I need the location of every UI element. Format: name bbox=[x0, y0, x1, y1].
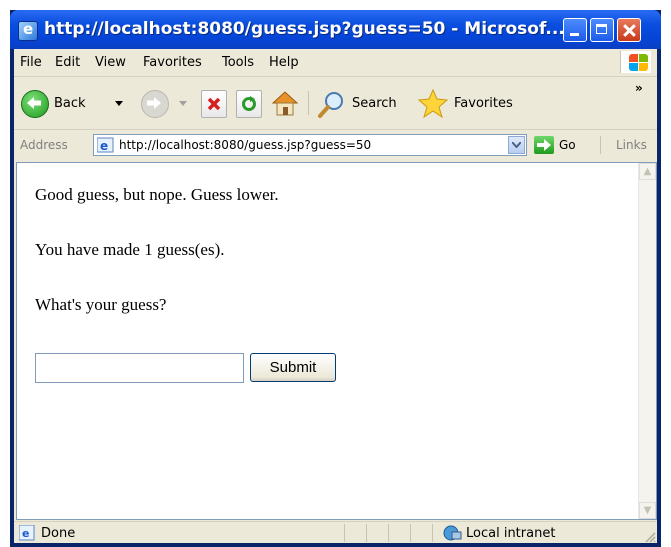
links-button[interactable]: Links bbox=[616, 138, 647, 152]
result-message: Good guess, but nope. Guess lower. bbox=[35, 185, 279, 204]
go-arrow-icon[interactable] bbox=[534, 136, 554, 154]
status-separator bbox=[366, 524, 367, 542]
status-bar: e Done Local intranet bbox=[14, 521, 657, 544]
menu-view[interactable]: View bbox=[95, 55, 126, 70]
toolbar-separator bbox=[308, 91, 309, 115]
zone-text: Local intranet bbox=[466, 526, 556, 541]
resize-grip-icon[interactable] bbox=[644, 531, 656, 543]
submit-button[interactable]: Submit bbox=[250, 353, 336, 382]
go-button[interactable]: Go bbox=[559, 138, 576, 152]
guess-count: You have made 1 guess(es). bbox=[35, 240, 225, 259]
page-ie-icon: e bbox=[97, 137, 114, 153]
window-title: http://localhost:8080/guess.jsp?guess=50… bbox=[44, 19, 565, 39]
maximize-button[interactable] bbox=[590, 18, 614, 42]
address-label: Address bbox=[20, 138, 68, 152]
address-url: http://localhost:8080/guess.jsp?guess=50 bbox=[119, 138, 372, 152]
favorites-star-icon[interactable] bbox=[417, 88, 449, 118]
ie-icon bbox=[18, 20, 38, 41]
refresh-icon[interactable] bbox=[236, 90, 262, 118]
close-button[interactable] bbox=[617, 18, 641, 42]
guess-prompt: What's your guess? bbox=[35, 295, 167, 314]
svg-text:e: e bbox=[22, 527, 29, 540]
menu-tools[interactable]: Tools bbox=[222, 55, 254, 70]
address-input[interactable]: e http://localhost:8080/guess.jsp?guess=… bbox=[93, 134, 527, 156]
status-separator bbox=[388, 524, 389, 542]
menu-favorites[interactable]: Favorites bbox=[143, 55, 202, 70]
back-dropdown-icon[interactable] bbox=[115, 101, 123, 106]
browser-chrome: File Edit View Favorites Tools Help Back bbox=[14, 49, 657, 543]
standard-toolbar: Back Search Favorites » bbox=[14, 77, 657, 130]
scroll-down-icon[interactable]: ▼ bbox=[639, 502, 656, 519]
address-bar: Address e http://localhost:8080/guess.js… bbox=[14, 130, 657, 160]
stop-icon[interactable] bbox=[201, 90, 227, 118]
title-bar[interactable]: http://localhost:8080/guess.jsp?guess=50… bbox=[10, 10, 661, 49]
menu-edit[interactable]: Edit bbox=[55, 55, 80, 70]
menu-bar: File Edit View Favorites Tools Help bbox=[14, 49, 657, 77]
minimize-button[interactable] bbox=[563, 18, 587, 42]
status-text: Done bbox=[41, 526, 76, 541]
local-intranet-icon bbox=[443, 525, 462, 541]
forward-arrow-glyph-icon bbox=[147, 97, 161, 109]
menu-file[interactable]: File bbox=[20, 55, 42, 70]
favorites-label[interactable]: Favorites bbox=[454, 96, 513, 111]
chevron-down-icon bbox=[512, 142, 521, 148]
search-label[interactable]: Search bbox=[352, 96, 397, 111]
search-icon[interactable] bbox=[317, 89, 347, 119]
page-content: Good guess, but nope. Guess lower. You h… bbox=[16, 162, 657, 520]
windows-logo-icon bbox=[620, 51, 651, 73]
back-label: Back bbox=[54, 96, 86, 111]
status-separator bbox=[410, 524, 411, 542]
address-dropdown-button[interactable] bbox=[508, 136, 525, 154]
menu-help[interactable]: Help bbox=[269, 55, 299, 70]
home-icon[interactable] bbox=[270, 88, 300, 118]
status-page-icon: e bbox=[19, 525, 35, 541]
back-arrow-glyph-icon bbox=[27, 97, 41, 109]
guess-input[interactable] bbox=[35, 353, 244, 383]
vertical-scrollbar[interactable]: ▲ ▼ bbox=[638, 163, 656, 519]
address-separator bbox=[600, 136, 601, 154]
toolbar-overflow-chevron[interactable]: » bbox=[635, 81, 643, 95]
scroll-up-icon[interactable]: ▲ bbox=[639, 163, 656, 180]
forward-dropdown-icon[interactable] bbox=[179, 101, 187, 106]
status-separator bbox=[344, 524, 345, 542]
status-separator bbox=[432, 524, 433, 542]
browser-window: http://localhost:8080/guess.jsp?guess=50… bbox=[10, 10, 661, 547]
svg-text:e: e bbox=[100, 139, 108, 153]
